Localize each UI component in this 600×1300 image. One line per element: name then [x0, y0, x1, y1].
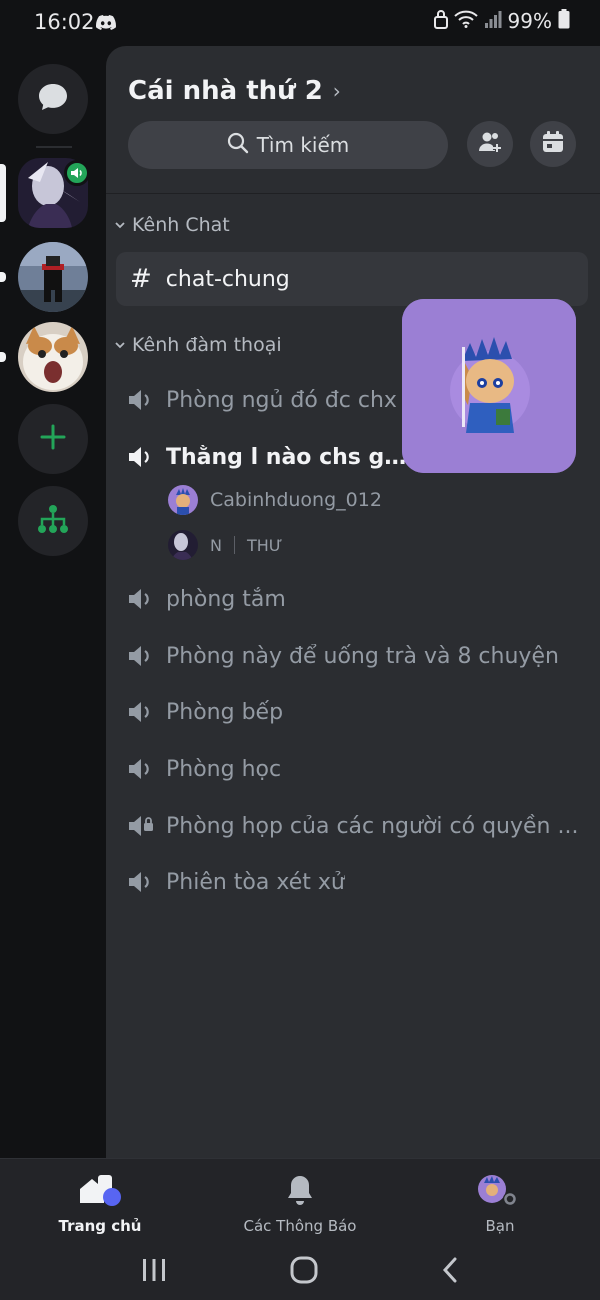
calendar-icon [542, 131, 564, 157]
speaker-avatar [402, 299, 576, 473]
add-member-icon [478, 131, 502, 157]
battery-percent: 99% [507, 9, 552, 33]
search-button[interactable]: Tìm kiếm [128, 121, 448, 169]
server-icon-3[interactable] [18, 322, 88, 392]
server-name: Cái nhà thứ 2 [128, 76, 323, 106]
rail-divider [36, 146, 72, 148]
channel-panel: Cái nhà thứ 2 › Tìm kiếm Kênh Chat # cha… [106, 46, 600, 1158]
hashtag-icon: # [130, 264, 152, 294]
home-circle-icon[interactable] [290, 1256, 318, 1288]
speaker-icon [126, 698, 154, 726]
voice-channel-name: Phòng này để uống trà và 8 chuyện [166, 643, 559, 669]
signal-icon [484, 10, 502, 32]
voice-channel-name: Phòng học [166, 756, 282, 782]
search-label: Tìm kiếm [256, 133, 350, 157]
status-time: 16:02 [34, 10, 95, 34]
voice-channel-name: Phòng ngủ đó đc chx [166, 387, 397, 413]
server-rail [0, 46, 106, 1158]
wifi-icon [453, 10, 478, 32]
system-navigation-bar [0, 1243, 600, 1300]
tab-label: Bạn [485, 1217, 515, 1235]
search-icon [227, 132, 249, 158]
speaker-icon [126, 755, 154, 783]
voice-call-overlay[interactable] [402, 299, 576, 473]
tab-notifications[interactable]: Các Thông Báo [220, 1173, 380, 1235]
member-tag: THƯ [246, 535, 283, 555]
tab-label: Trang chủ [58, 1217, 142, 1235]
recent-apps-icon[interactable] [141, 1258, 167, 1286]
speaker-icon [126, 642, 154, 670]
speaker-icon [126, 386, 154, 414]
chevron-down-icon [114, 214, 126, 236]
category-label: Kênh Chat [132, 214, 230, 236]
chat-bubble-icon [37, 82, 69, 116]
plus-icon [39, 423, 67, 455]
header-divider [106, 193, 600, 194]
voice-channel-name: Phòng họp của các người có quyền ... [166, 813, 579, 839]
discord-icon [95, 15, 116, 34]
unread-indicator [0, 352, 6, 362]
battery-icon [558, 9, 570, 33]
bottom-navigation: Trang chủ Các Thông Báo Bạn [0, 1158, 600, 1300]
active-server-indicator [0, 164, 6, 222]
back-icon[interactable] [441, 1256, 459, 1288]
status-icons: 99% [433, 9, 570, 33]
tab-home[interactable]: Trang chủ [20, 1173, 180, 1235]
chevron-down-icon [114, 334, 126, 356]
speaker-icon [126, 443, 154, 471]
home-icon [76, 1173, 124, 1211]
chevron-right-icon: › [332, 79, 341, 103]
voice-channel[interactable]: Phòng ngủ đó đc chx [126, 380, 406, 420]
voice-channel-name: Phiên tòa xét xử [166, 869, 345, 895]
speaker-icon [126, 585, 154, 613]
tab-you[interactable]: Bạn [420, 1173, 580, 1235]
speaker-icon [126, 868, 154, 896]
voice-channel[interactable]: Phòng học [126, 749, 586, 789]
events-button[interactable] [530, 121, 576, 167]
bell-icon [285, 1173, 315, 1211]
voice-connected-badge [64, 160, 90, 186]
server-icon-2[interactable] [18, 242, 88, 312]
voice-channel-name: Thằng l nào chs game [166, 444, 408, 470]
hub-icon [37, 504, 69, 538]
channel-name: chat-chung [165, 266, 290, 292]
member-name: N [210, 535, 222, 555]
voice-channel[interactable]: Phiên tòa xét xử [126, 862, 586, 902]
invite-member-button[interactable] [467, 121, 513, 167]
unread-indicator [0, 272, 6, 282]
member-tag-divider [233, 536, 235, 554]
direct-messages-button[interactable] [18, 64, 88, 134]
member-name: Cabinhduong_012 [210, 489, 382, 511]
locked-speaker-icon [126, 812, 154, 840]
category-text-channels[interactable]: Kênh Chat [114, 214, 230, 236]
avatar [168, 530, 198, 560]
voice-channel[interactable]: Phòng bếp [126, 692, 586, 732]
add-server-button[interactable] [18, 404, 88, 474]
lock-icon [433, 9, 448, 33]
voice-channel-name: Phòng bếp [166, 699, 284, 725]
voice-channel-name: phòng tắm [166, 586, 286, 612]
voice-member[interactable]: Cabinhduong_012 [168, 483, 382, 517]
channel-chat-chung[interactable]: # chat-chung [116, 252, 588, 306]
discover-button[interactable] [18, 486, 88, 556]
category-label: Kênh đàm thoại [132, 334, 282, 356]
voice-channel-active[interactable]: Thằng l nào chs game [126, 437, 408, 477]
server-name-header[interactable]: Cái nhà thứ 2 › [128, 76, 341, 106]
voice-channel[interactable]: Phòng này để uống trà và 8 chuyện [126, 636, 586, 676]
category-voice-channels[interactable]: Kênh đàm thoại [114, 334, 282, 356]
profile-avatar [476, 1173, 524, 1211]
tab-label: Các Thông Báo [243, 1217, 357, 1235]
voice-channel[interactable]: phòng tắm [126, 579, 586, 619]
voice-member[interactable]: N THƯ [168, 528, 283, 562]
voice-channel-locked[interactable]: Phòng họp của các người có quyền ... [126, 806, 586, 846]
avatar [168, 485, 198, 515]
status-bar: 16:02 99% [0, 0, 600, 46]
